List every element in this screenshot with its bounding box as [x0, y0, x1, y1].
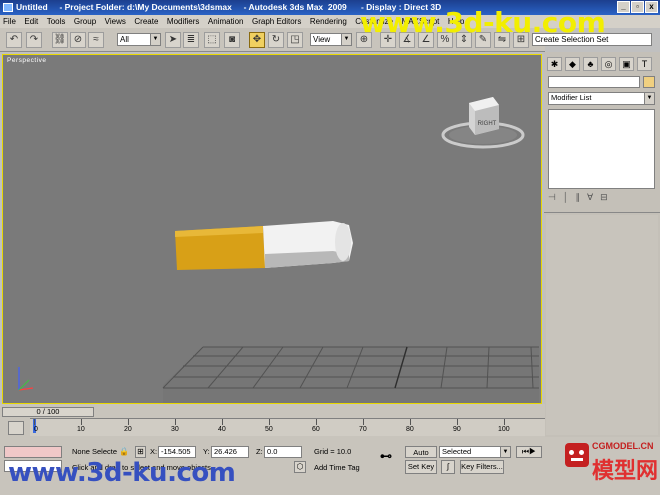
tick-90: 90 — [453, 426, 461, 433]
modifier-list-value: Modifier List — [551, 93, 592, 102]
tick-80: 80 — [406, 426, 414, 433]
undo-icon[interactable]: ↶ — [6, 32, 22, 48]
viewcube[interactable]: RIGHT — [441, 97, 525, 149]
track-bar[interactable]: 0 10 20 30 40 50 60 70 80 90 100 — [30, 418, 545, 436]
panel-divider — [544, 212, 660, 213]
absolute-mode-toggle-icon[interactable]: ⊞ — [135, 446, 146, 458]
modify-icon[interactable]: ◆ — [565, 57, 580, 71]
window-crossing-icon[interactable]: ◙ — [224, 32, 240, 48]
watermark-bottom: www.3d-ku.com — [8, 458, 236, 488]
bind-space-warp-icon[interactable]: ≈ — [88, 32, 104, 48]
rectangular-selection-icon[interactable]: ⬚ — [204, 32, 220, 48]
select-object-icon[interactable]: ➤ — [165, 32, 181, 48]
motion-icon[interactable]: ◎ — [601, 57, 616, 71]
default-tangent-icon[interactable]: ∫ — [441, 460, 455, 474]
select-and-link-icon[interactable]: ⛓ — [52, 32, 68, 48]
menu-file[interactable]: File — [0, 15, 19, 28]
menu-views[interactable]: Views — [102, 15, 129, 28]
chevron-down-icon: ▼ — [644, 93, 654, 104]
rollout-area — [546, 215, 658, 435]
hierarchy-icon[interactable]: ♣ — [583, 57, 598, 71]
home-grid — [162, 346, 539, 403]
unlink-icon[interactable]: ⊘ — [70, 32, 86, 48]
y-coordinate-field[interactable]: 26.426 — [211, 446, 249, 458]
z-label: Z: — [256, 447, 263, 456]
scale-icon[interactable]: ◳ — [287, 32, 303, 48]
watermark-top: www.3d-ku.com — [360, 6, 606, 39]
y-label: Y: — [203, 447, 210, 456]
close-button[interactable]: x — [645, 1, 658, 13]
key-mode-dropdown[interactable]: Selected ▼ — [439, 446, 511, 458]
restore-button[interactable]: ▫ — [631, 1, 644, 13]
time-tag-icon[interactable]: ⬡ — [294, 461, 306, 473]
x-coordinate-field[interactable]: -154.505 — [158, 446, 196, 458]
app-icon — [3, 3, 13, 12]
menu-group[interactable]: Group — [71, 15, 99, 28]
chevron-down-icon: ▼ — [341, 34, 351, 45]
select-by-name-icon[interactable]: ≣ — [183, 32, 199, 48]
playback-controls[interactable]: ⏮▶ — [516, 446, 542, 458]
auto-key-button[interactable]: Auto Key — [405, 446, 437, 468]
modifier-stack[interactable] — [548, 109, 655, 189]
display-icon[interactable]: ▣ — [619, 57, 634, 71]
selection-filter-dropdown[interactable]: All ▼ — [117, 33, 161, 46]
robot-logo-icon — [565, 443, 589, 467]
minimize-button[interactable]: _ — [617, 1, 630, 13]
stack-controls[interactable]: ⊣│∥∀⊟ — [548, 192, 655, 207]
menu-modifiers[interactable]: Modifiers — [164, 15, 202, 28]
menu-graph-editors[interactable]: Graph Editors — [249, 15, 304, 28]
key-filters-button[interactable]: Key Filters... — [460, 460, 504, 474]
utilities-icon[interactable]: T — [637, 57, 652, 71]
viewport-scene: RIGHT — [18, 97, 539, 403]
cigarette-model[interactable] — [175, 221, 353, 270]
reference-coordinate-value: View — [313, 35, 331, 44]
move-icon[interactable]: ✥ — [249, 32, 265, 48]
tick-50: 50 — [265, 426, 273, 433]
menu-create[interactable]: Create — [131, 15, 161, 28]
reference-coordinate-dropdown[interactable]: View ▼ — [310, 33, 352, 46]
tick-40: 40 — [218, 426, 226, 433]
chevron-down-icon: ▼ — [500, 447, 510, 457]
cgmodel-name: 模型网 — [592, 459, 659, 484]
grid-size: Grid = 10.0 — [314, 447, 352, 456]
menu-tools[interactable]: Tools — [44, 15, 69, 28]
key-icon[interactable]: ⊷ — [380, 450, 392, 462]
rotate-icon[interactable]: ↻ — [268, 32, 284, 48]
set-key-button[interactable]: Set Key — [405, 460, 437, 474]
cgmodel-logo: CGMODEL.CN 模型网 — [565, 441, 660, 495]
time-slider[interactable]: 0 / 100 — [2, 407, 94, 417]
create-icon[interactable]: ✱ — [547, 57, 562, 71]
viewcube-face-label: RIGHT — [478, 121, 497, 127]
redo-icon[interactable]: ↷ — [26, 32, 42, 48]
axis-tripod-icon — [18, 367, 34, 391]
tick-100: 100 — [498, 426, 510, 433]
tick-20: 20 — [124, 426, 132, 433]
cgmodel-url: CGMODEL.CN — [592, 441, 654, 451]
tick-0: 0 — [34, 426, 38, 433]
selection-status: None Selecte — [72, 447, 118, 456]
tick-60: 60 — [312, 426, 320, 433]
menu-rendering[interactable]: Rendering — [307, 15, 350, 28]
chevron-down-icon: ▼ — [150, 34, 160, 45]
lock-selection-icon[interactable]: 🔒 — [119, 447, 129, 457]
menu-animation[interactable]: Animation — [205, 15, 247, 28]
tick-30: 30 — [171, 426, 179, 433]
perspective-viewport[interactable]: Perspective RIGHT — [2, 54, 542, 404]
menu-edit[interactable]: Edit — [21, 15, 41, 28]
z-coordinate-field[interactable]: 0.0 — [264, 446, 302, 458]
maxscript-listener-pink[interactable] — [4, 446, 62, 458]
trackbar-toggle-icon[interactable] — [8, 421, 24, 435]
object-name-field[interactable] — [548, 76, 640, 88]
tick-70: 70 — [359, 426, 367, 433]
key-mode-value: Selected — [442, 447, 472, 456]
object-color-swatch[interactable] — [643, 76, 655, 88]
selection-filter-value: All — [120, 35, 129, 44]
x-label: X: — [150, 447, 158, 456]
modifier-list-dropdown[interactable]: Modifier List ▼ — [548, 92, 655, 105]
tick-10: 10 — [77, 426, 85, 433]
add-time-tag-button[interactable]: Add Time Tag — [314, 463, 360, 473]
command-panel: ✱ ◆ ♣ ◎ ▣ T Modifier List ▼ ⊣│∥∀⊟ — [544, 52, 660, 437]
